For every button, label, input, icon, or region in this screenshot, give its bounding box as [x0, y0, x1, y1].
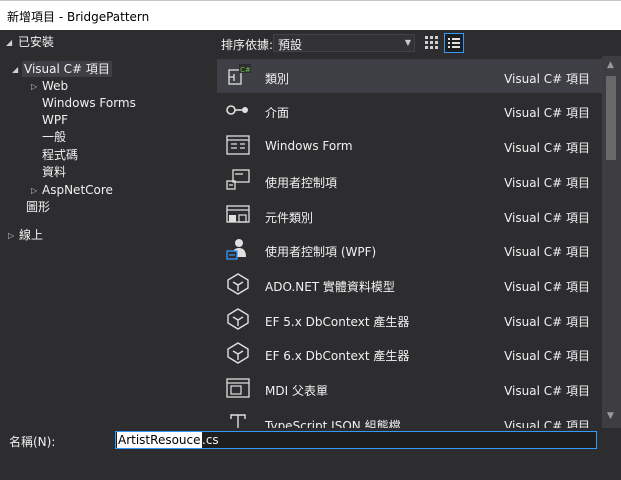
template-list-scrollbar[interactable]: ▲ ▼	[602, 56, 621, 428]
grid-view-button[interactable]	[422, 33, 440, 51]
template-row-component-class[interactable]: 元件類別 Visual C# 項目	[217, 198, 602, 232]
scroll-down-arrow-icon[interactable]: ▼	[607, 411, 614, 421]
class-icon: C#	[228, 64, 251, 85]
name-label: 名稱(N):	[9, 435, 56, 449]
template-row-class[interactable]: C# 類別 Visual C# 項目	[217, 59, 602, 93]
template-name: ADO.NET 實體資料模型	[265, 280, 395, 294]
template-row-ef6-generator[interactable]: EF 6.x DbContext 產生器 Visual C# 項目	[217, 336, 602, 370]
wpf-user-control-icon	[226, 239, 246, 260]
mdi-form-icon	[226, 378, 250, 398]
sort-dropdown[interactable]: 預設 ▼	[273, 34, 415, 52]
interface-icon	[226, 105, 248, 115]
list-view-button[interactable]	[444, 33, 464, 53]
expand-arrow-icon[interactable]: ▷	[31, 186, 37, 195]
template-type: Visual C# 項目	[504, 245, 590, 259]
template-name: Windows Form	[265, 139, 353, 153]
template-list: C# 類別 Visual C# 項目 介面 Visual C# 項目 Windo…	[217, 56, 602, 428]
template-name: TypeScript JSON 組態檔	[265, 419, 401, 428]
collapse-arrow-icon[interactable]: ◢	[6, 38, 12, 47]
component-class-icon	[226, 205, 250, 223]
template-row-interface[interactable]: 介面 Visual C# 項目	[217, 93, 602, 127]
template-name: 介面	[265, 106, 290, 120]
tree-item-web[interactable]: Web	[42, 78, 68, 94]
template-name: MDI 父表單	[265, 384, 328, 398]
scroll-up-arrow-icon[interactable]: ▲	[607, 60, 614, 70]
tree-item-aspnetcore[interactable]: AspNetCore	[42, 182, 113, 198]
template-type: Visual C# 項目	[504, 280, 590, 294]
expand-arrow-icon[interactable]: ▷	[31, 82, 37, 91]
expand-arrow-icon[interactable]: ▷	[8, 231, 14, 240]
entity-model-icon	[227, 273, 249, 295]
template-type: Visual C# 項目	[504, 315, 590, 329]
template-name: 使用者控制項 (WPF)	[265, 245, 377, 259]
template-row-windows-form[interactable]: Windows Form Visual C# 項目	[217, 128, 602, 162]
scrollbar-thumb[interactable]	[606, 76, 616, 160]
name-input[interactable]: ArtistResouce .cs	[115, 431, 597, 449]
tree-item-wpf[interactable]: WPF	[42, 112, 68, 128]
template-name: 使用者控制項	[265, 176, 338, 190]
tree-item-installed[interactable]: 已安裝	[18, 34, 54, 50]
template-name: 元件類別	[265, 211, 314, 225]
user-control-icon	[226, 169, 250, 190]
sort-value: 預設	[278, 38, 303, 52]
name-input-extension: .cs	[202, 433, 219, 447]
tree-item-code[interactable]: 程式碼	[42, 147, 78, 163]
tree-item-visual-csharp[interactable]: Visual C# 項目	[22, 61, 112, 77]
template-row-wpf-user-control[interactable]: 使用者控制項 (WPF) Visual C# 項目	[217, 232, 602, 266]
json-config-icon	[230, 414, 246, 428]
name-panel: 名稱(N): ArtistResouce .cs	[0, 428, 621, 480]
title-bar: 新增項目 - BridgePattern	[0, 0, 621, 30]
window-title: 新增項目 - BridgePattern	[7, 10, 150, 24]
tree-item-graphics[interactable]: 圖形	[26, 199, 50, 215]
template-name: 類別	[265, 72, 290, 86]
template-row-ef5-generator[interactable]: EF 5.x DbContext 產生器 Visual C# 項目	[217, 302, 602, 336]
ef6-generator-icon	[227, 342, 249, 364]
template-name: EF 5.x DbContext 產生器	[265, 315, 410, 329]
windows-form-icon	[226, 135, 250, 155]
template-type: Visual C# 項目	[504, 419, 590, 428]
title-bar-top-edge	[0, 0, 621, 1]
template-type: Visual C# 項目	[504, 176, 590, 190]
list-view-icon	[448, 38, 460, 48]
svg-text:C#: C#	[240, 66, 251, 74]
grid-view-icon	[425, 36, 438, 49]
template-row-entity-model[interactable]: ADO.NET 實體資料模型 Visual C# 項目	[217, 267, 602, 301]
ef5-generator-icon	[227, 308, 249, 330]
tree-item-windows-forms[interactable]: Windows Forms	[42, 95, 136, 111]
template-type: Visual C# 項目	[504, 72, 590, 86]
chevron-down-icon: ▼	[404, 38, 411, 47]
template-type: Visual C# 項目	[504, 349, 590, 363]
template-name: EF 6.x DbContext 產生器	[265, 349, 410, 363]
template-row-user-control[interactable]: 使用者控制項 Visual C# 項目	[217, 163, 602, 197]
category-tree: ◢ 已安裝 ◢ Visual C# 項目 ▷ Web Windows Forms…	[0, 30, 217, 428]
tree-item-online[interactable]: 線上	[19, 227, 43, 243]
template-row-mdi-form[interactable]: MDI 父表單 Visual C# 項目	[217, 371, 602, 405]
sort-label: 排序依據:	[221, 38, 274, 52]
tree-item-data[interactable]: 資料	[42, 164, 66, 180]
sort-toolbar: 排序依據: 預設 ▼	[217, 30, 621, 56]
template-type: Visual C# 項目	[504, 106, 590, 120]
tree-item-general[interactable]: 一般	[42, 129, 66, 145]
name-input-selected-text: ArtistResouce	[117, 432, 202, 448]
template-type: Visual C# 項目	[504, 211, 590, 225]
template-type: Visual C# 項目	[504, 141, 590, 155]
template-row-json-config[interactable]: TypeScript JSON 組態檔 Visual C# 項目	[217, 406, 602, 428]
template-type: Visual C# 項目	[504, 384, 590, 398]
collapse-arrow-icon[interactable]: ◢	[12, 65, 18, 74]
